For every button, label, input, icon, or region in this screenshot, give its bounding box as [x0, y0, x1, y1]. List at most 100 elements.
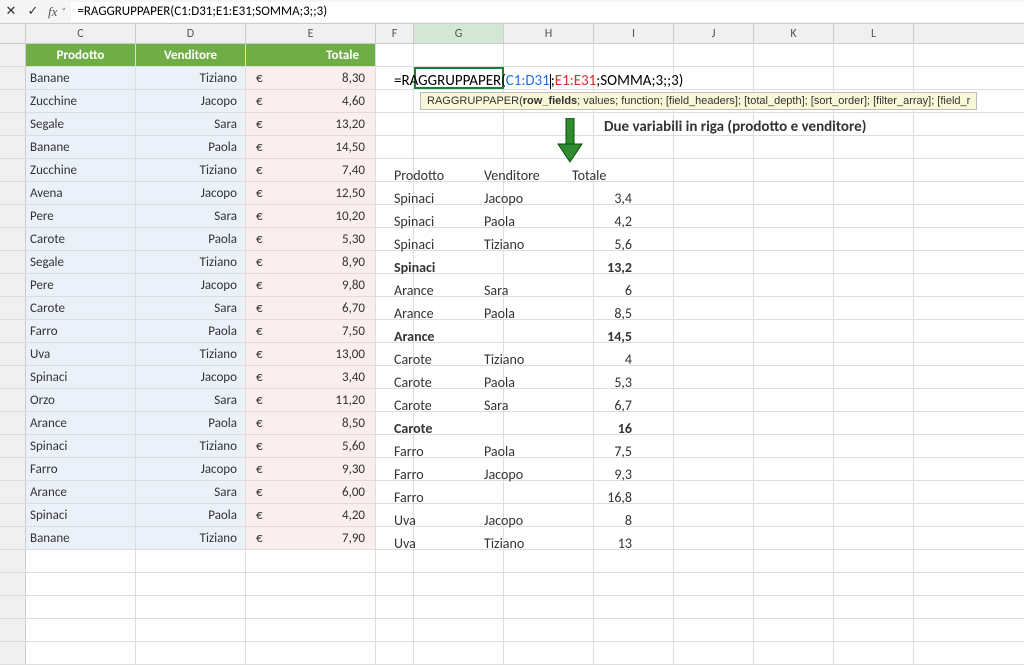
cell[interactable]: [834, 182, 914, 204]
cell[interactable]: Sara: [136, 481, 246, 503]
cell[interactable]: [26, 642, 136, 664]
cell[interactable]: €5,60: [246, 435, 376, 457]
cell[interactable]: [674, 159, 754, 181]
cell[interactable]: €13,20: [246, 113, 376, 135]
cell[interactable]: [754, 67, 834, 89]
row-number[interactable]: [0, 596, 26, 618]
cell[interactable]: €7,50: [246, 320, 376, 342]
cell[interactable]: [376, 619, 414, 641]
cell[interactable]: [674, 573, 754, 595]
cell[interactable]: [674, 274, 754, 296]
cell[interactable]: [834, 550, 914, 572]
row-number[interactable]: [0, 527, 26, 549]
cell[interactable]: Sara: [136, 389, 246, 411]
cell[interactable]: [674, 481, 754, 503]
cell[interactable]: [376, 573, 414, 595]
cell[interactable]: [26, 550, 136, 572]
cell[interactable]: Jacopo: [136, 274, 246, 296]
cell[interactable]: [834, 481, 914, 503]
cell[interactable]: [376, 90, 414, 112]
cell[interactable]: [754, 320, 834, 342]
cell[interactable]: [504, 596, 594, 618]
cell[interactable]: Tiziano: [136, 251, 246, 273]
col-header-h[interactable]: H: [504, 24, 594, 43]
cell[interactable]: [376, 136, 414, 158]
cell[interactable]: [376, 113, 414, 135]
cell[interactable]: [594, 136, 674, 158]
cell[interactable]: Arance: [26, 481, 136, 503]
cell[interactable]: Sara: [136, 297, 246, 319]
cell[interactable]: [136, 573, 246, 595]
cell[interactable]: [674, 251, 754, 273]
cell[interactable]: [246, 573, 376, 595]
cell[interactable]: Venditore: [136, 44, 246, 66]
row-number[interactable]: [0, 182, 26, 204]
cell[interactable]: €5,30: [246, 228, 376, 250]
cell[interactable]: [504, 619, 594, 641]
cell[interactable]: [754, 504, 834, 526]
cell[interactable]: [594, 573, 674, 595]
cell[interactable]: [834, 619, 914, 641]
cell[interactable]: [754, 274, 834, 296]
cell[interactable]: [754, 136, 834, 158]
col-header-c[interactable]: C: [26, 24, 136, 43]
cell[interactable]: [834, 458, 914, 480]
cell[interactable]: [674, 228, 754, 250]
cell[interactable]: [834, 297, 914, 319]
cell[interactable]: [674, 412, 754, 434]
cell[interactable]: €7,40: [246, 159, 376, 181]
cell[interactable]: Farro: [26, 320, 136, 342]
cell[interactable]: [754, 573, 834, 595]
row-number[interactable]: [0, 435, 26, 457]
cell[interactable]: €3,40: [246, 366, 376, 388]
cell[interactable]: €9,80: [246, 274, 376, 296]
cell[interactable]: [674, 435, 754, 457]
cell[interactable]: [376, 596, 414, 618]
cell[interactable]: [834, 228, 914, 250]
cell[interactable]: [754, 481, 834, 503]
cell[interactable]: [754, 182, 834, 204]
cell[interactable]: [674, 343, 754, 365]
cell[interactable]: Jacopo: [136, 90, 246, 112]
cell[interactable]: [834, 389, 914, 411]
cell[interactable]: [594, 619, 674, 641]
row-number[interactable]: [0, 481, 26, 503]
cell[interactable]: €12,50: [246, 182, 376, 204]
row-number[interactable]: [0, 228, 26, 250]
cell[interactable]: [754, 642, 834, 664]
col-header-d[interactable]: D: [136, 24, 246, 43]
cell[interactable]: [754, 343, 834, 365]
cell[interactable]: [26, 619, 136, 641]
cell[interactable]: [414, 596, 504, 618]
cell[interactable]: Segale: [26, 251, 136, 273]
cell[interactable]: Sara: [136, 205, 246, 227]
cell[interactable]: €11,20: [246, 389, 376, 411]
cell[interactable]: €4,20: [246, 504, 376, 526]
cell[interactable]: [834, 320, 914, 342]
cell[interactable]: [834, 136, 914, 158]
cell[interactable]: [674, 389, 754, 411]
cell[interactable]: Carote: [26, 297, 136, 319]
row-number[interactable]: [0, 366, 26, 388]
select-all-corner[interactable]: [0, 24, 26, 43]
cell[interactable]: [136, 642, 246, 664]
cell[interactable]: Paola: [136, 320, 246, 342]
cell[interactable]: [504, 642, 594, 664]
cell[interactable]: €7,90: [246, 527, 376, 549]
cell[interactable]: [834, 435, 914, 457]
cell[interactable]: [674, 67, 754, 89]
cell[interactable]: [834, 205, 914, 227]
cell[interactable]: [674, 619, 754, 641]
cell[interactable]: [246, 550, 376, 572]
col-header-l[interactable]: L: [834, 24, 914, 43]
row-number[interactable]: [0, 320, 26, 342]
cell[interactable]: [754, 44, 834, 66]
cell[interactable]: Paola: [136, 412, 246, 434]
cell[interactable]: Spinaci: [26, 435, 136, 457]
cell[interactable]: Sara: [136, 113, 246, 135]
cell[interactable]: [674, 136, 754, 158]
cell[interactable]: [754, 251, 834, 273]
cell[interactable]: Paola: [136, 504, 246, 526]
cell[interactable]: [674, 527, 754, 549]
cell[interactable]: [834, 251, 914, 273]
